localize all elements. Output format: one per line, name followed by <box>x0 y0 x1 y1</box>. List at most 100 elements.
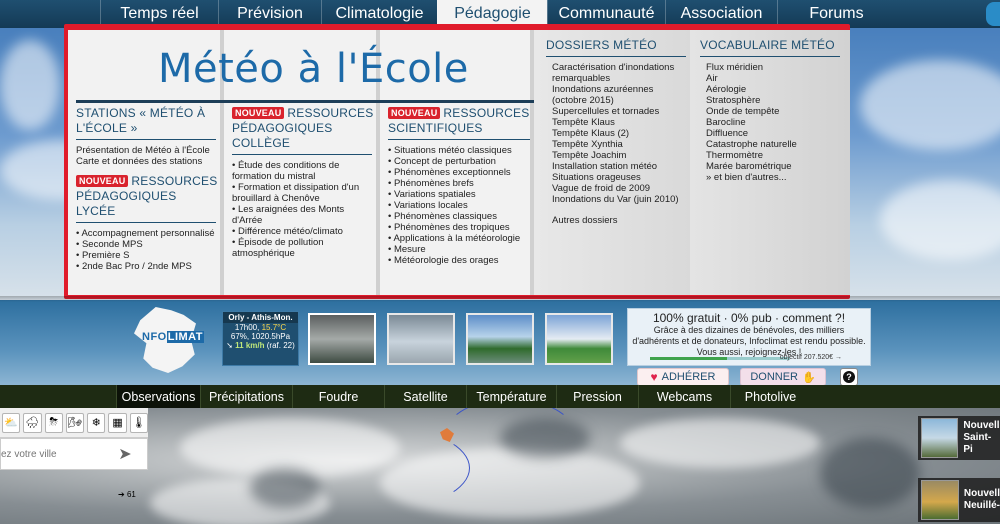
link-xynthia[interactable]: Tempête Xynthia <box>552 139 686 150</box>
lycee-title[interactable]: NOUVEAU Ressources pédagogiques lycée <box>76 174 217 219</box>
help-button[interactable]: ? <box>840 368 858 386</box>
section-rule <box>388 139 530 140</box>
snow-icon[interactable]: ❄ <box>87 412 106 433</box>
stations-title[interactable]: Stations « Météo à l'École » <box>76 106 216 136</box>
heart-icon: ♥ <box>650 370 658 384</box>
thermometer-icon[interactable]: 🌡 <box>129 412 148 433</box>
news-card[interactable]: Nouvell Saint-Pi <box>918 416 1000 460</box>
link-air[interactable]: Air <box>706 73 840 84</box>
college-title[interactable]: NOUVEAU Ressources pédagogiques collège <box>232 106 373 151</box>
satellite-map[interactable] <box>0 408 1000 524</box>
link-bien-autres[interactable]: » et bien d'autres... <box>706 172 840 183</box>
rain-cloud-icon[interactable]: 🌧 <box>23 412 42 433</box>
link-seconde-mps[interactable]: Seconde MPS <box>76 239 216 250</box>
webcam-thumb-2[interactable] <box>387 313 455 365</box>
link-mistral[interactable]: Étude des conditions de formation du mis… <box>232 160 372 182</box>
meteo-ecole-logo[interactable]: Météo à l'École <box>76 36 534 103</box>
tab-pression[interactable]: Pression <box>556 385 638 408</box>
link-araignees[interactable]: Les araignées des Monts d'Arrée <box>232 204 372 226</box>
link-situations-orageuses[interactable]: Situations orageuses <box>552 172 686 183</box>
infoclimat-logo[interactable]: NFOLIMAT <box>128 307 218 375</box>
link-diffluence[interactable]: Diffluence <box>706 128 840 139</box>
link-tropiques[interactable]: Phénomènes des tropiques <box>388 222 530 233</box>
adherer-button[interactable]: ♥ ADHÉRER <box>637 368 729 386</box>
link-klaus[interactable]: Tempête Klaus <box>552 117 686 128</box>
news-thumbnail <box>921 418 959 458</box>
link-flux-meridien[interactable]: Flux méridien <box>706 62 840 73</box>
station-wind: 11 km/h <box>235 341 265 350</box>
nouveau-badge: NOUVEAU <box>232 107 285 119</box>
lycee-section: NOUVEAURessources pédagogiques lycée Acc… <box>76 174 217 272</box>
tab-precipitations[interactable]: Précipitations <box>200 385 292 408</box>
section-rule <box>546 56 686 57</box>
link-maree-barometrique[interactable]: Marée barométrique <box>706 161 840 172</box>
station-time: 17h00, <box>234 323 260 332</box>
link-orages[interactable]: Météorologie des orages <box>388 255 530 266</box>
tab-foudre[interactable]: Foudre <box>292 385 384 408</box>
link-autres-dossiers[interactable]: Autres dossiers <box>552 215 686 226</box>
right-edge-tab[interactable] <box>986 2 1000 26</box>
webcam-thumb-3[interactable] <box>466 313 534 365</box>
link-perturbation[interactable]: Concept de perturbation <box>388 156 530 167</box>
link-onde-tempete[interactable]: Onde de tempête <box>706 106 840 117</box>
grid-icon[interactable]: ▦ <box>108 412 127 433</box>
donner-button[interactable]: DONNER ✋ <box>740 368 826 386</box>
link-inondations-var[interactable]: Inondations du Var (juin 2010) <box>552 194 686 205</box>
link-inondations-remarquables[interactable]: Caractérisation d'inondations remarquabl… <box>552 62 686 84</box>
link-carte-stations[interactable]: Carte et données des stations <box>76 156 216 167</box>
news-text: Nouvell Neuillé- <box>964 488 1000 512</box>
link-meteo-climato[interactable]: Différence météo/climato <box>232 226 372 237</box>
pedagogie-mega-menu: Météo à l'École Stations « Météo à l'Éco… <box>64 24 850 299</box>
map-subnav: Observations Précipitations Foudre Satel… <box>0 385 1000 408</box>
link-premiere-s[interactable]: Première S <box>76 250 216 261</box>
link-brouillard[interactable]: Formation et dissipation d'un brouillard… <box>232 182 372 204</box>
link-supercellules[interactable]: Supercellules et tornades <box>552 106 686 117</box>
tab-observations[interactable]: Observations <box>116 385 200 408</box>
link-mesure[interactable]: Mesure <box>388 244 530 255</box>
tab-temperature[interactable]: Température <box>466 385 556 408</box>
link-bac-pro[interactable]: 2nde Bac Pro / 2nde MPS <box>76 261 216 272</box>
section-rule <box>76 222 216 223</box>
link-exceptionnels[interactable]: Phénomènes exceptionnels <box>388 167 530 178</box>
link-brefs[interactable]: Phénomènes brefs <box>388 178 530 189</box>
link-barocline[interactable]: Barocline <box>706 117 840 128</box>
link-variations-locales[interactable]: Variations locales <box>388 200 530 211</box>
webcam-thumb-4[interactable] <box>545 313 613 365</box>
tab-satellite[interactable]: Satellite <box>384 385 466 408</box>
sun-cloud-icon[interactable]: ⛅ <box>2 412 21 433</box>
webcam-thumb-1[interactable] <box>308 313 376 365</box>
promo-text-1: Grâce à des dizaines de bénévoles, des m… <box>653 325 845 335</box>
scientifiques-title[interactable]: NOUVEAU Ressources scientifiques <box>388 106 530 136</box>
link-thermometre[interactable]: Thermomètre <box>706 150 840 161</box>
vocabulaire-title[interactable]: Vocabulaire météo <box>700 38 840 53</box>
wind-marker-value: 61 <box>126 490 136 499</box>
tab-photolive[interactable]: Photolive <box>730 385 810 408</box>
dossiers-title[interactable]: Dossiers météo <box>546 38 686 53</box>
storm-cloud-icon[interactable]: ⛈ <box>44 412 63 433</box>
donation-promo: 100% gratuit · 0% pub · comment ?! Grâce… <box>627 308 871 366</box>
link-aerologie[interactable]: Aérologie <box>706 84 840 95</box>
section-rule <box>76 139 216 140</box>
wind-icon[interactable]: 🌬 <box>65 412 85 433</box>
link-stratosphere[interactable]: Stratosphère <box>706 95 840 106</box>
link-variations-spatiales[interactable]: Variations spatiales <box>388 189 530 200</box>
link-installation-station[interactable]: Installation station météo <box>552 161 686 172</box>
link-situations-classiques[interactable]: Situations météo classiques <box>388 145 530 156</box>
logo-text: Météo à l'École <box>158 46 469 92</box>
link-accompagnement[interactable]: Accompagnement personnalisé <box>76 228 216 239</box>
link-joachim[interactable]: Tempête Joachim <box>552 150 686 161</box>
send-icon[interactable]: ➤ <box>113 444 137 464</box>
link-vague-froid[interactable]: Vague de froid de 2009 <box>552 183 686 194</box>
link-presentation[interactable]: Présentation de Météo à l'École <box>76 145 216 156</box>
link-klaus-2[interactable]: Tempête Klaus (2) <box>552 128 686 139</box>
link-applications[interactable]: Applications à la météorologie <box>388 233 530 244</box>
city-input[interactable] <box>1 448 113 460</box>
link-inondations-azureennes[interactable]: Inondations azuréennes (octobre 2015) <box>552 84 686 106</box>
station-widget[interactable]: Orly - Athis-Mon. 17h00, 15.7°C 67%, 102… <box>222 311 299 366</box>
logo-wordmark: NFOLIMAT <box>142 331 205 343</box>
link-catastrophe[interactable]: Catastrophe naturelle <box>706 139 840 150</box>
tab-webcams[interactable]: Webcams <box>638 385 730 408</box>
link-phenomenes-classiques[interactable]: Phénomènes classiques <box>388 211 530 222</box>
news-card[interactable]: Nouvell Neuillé- <box>918 478 1000 522</box>
link-pollution[interactable]: Épisode de pollution atmosphérique <box>232 237 372 259</box>
